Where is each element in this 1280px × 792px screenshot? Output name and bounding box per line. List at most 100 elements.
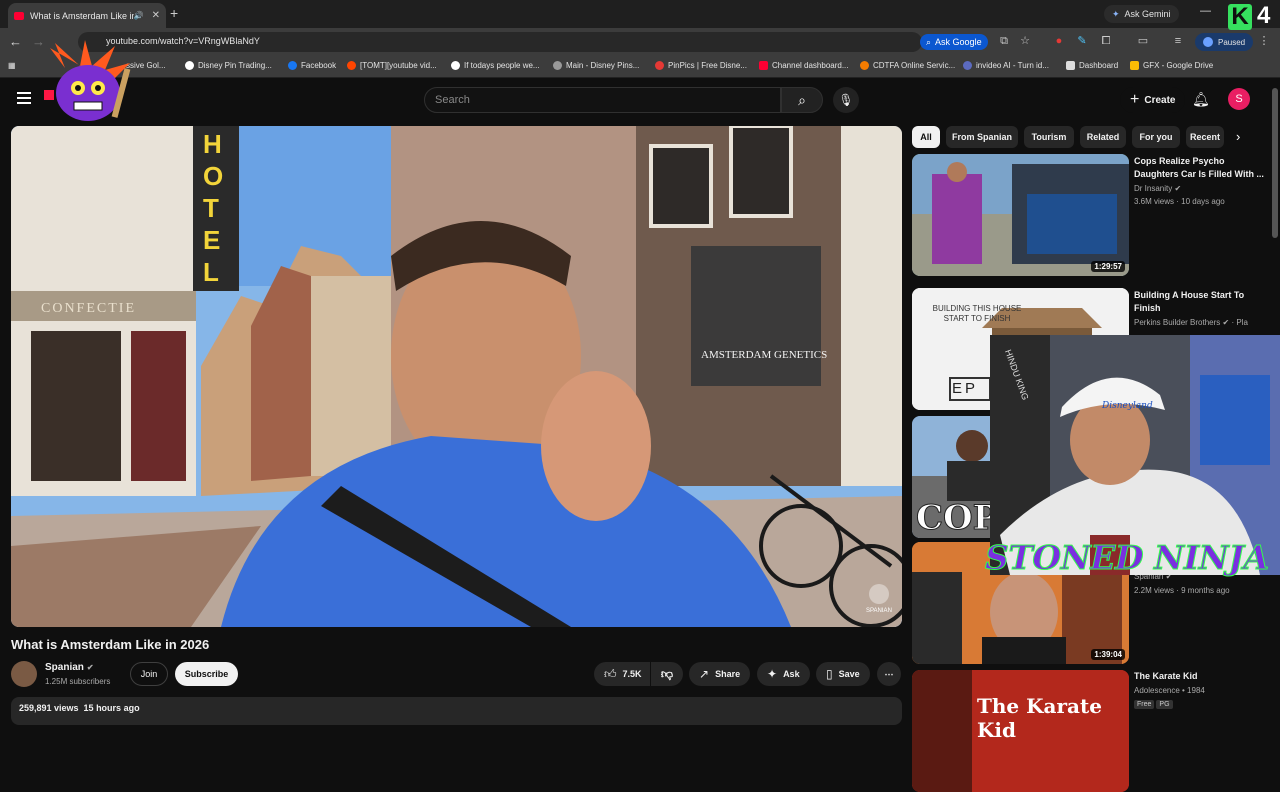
address-bar[interactable]: youtube.com/watch?v=VRngWBlaNdY xyxy=(78,32,922,52)
subscribe-button[interactable]: Subscribe xyxy=(175,662,238,686)
purple-mascot-icon xyxy=(44,40,131,121)
minimize-icon[interactable]: — xyxy=(1200,5,1211,17)
search-input[interactable]: Search xyxy=(424,87,781,113)
rating-badge: PG xyxy=(1156,700,1173,709)
rec-meta-suffix: · Pla xyxy=(1231,318,1248,327)
browser-menu-icon[interactable]: ⋮ xyxy=(1258,35,1270,47)
microphone-icon: 🎙 xyxy=(838,93,854,107)
menu-hamburger-icon[interactable] xyxy=(17,92,31,107)
youtube-header: Search ⌕ 🎙 + Create 🔔︎ S xyxy=(0,78,1280,122)
confectie-sign: CONFECTIE xyxy=(41,301,136,316)
rec-thumbnail[interactable]: 1:29:57 xyxy=(912,154,1129,276)
search-button[interactable]: ⌕ xyxy=(781,87,823,113)
chip-related[interactable]: Related xyxy=(1080,126,1126,148)
bookmark-item[interactable]: Main - Disney Pins... xyxy=(553,61,639,70)
like-button[interactable]: 👍︎ 7.5K xyxy=(594,662,650,686)
hotel-letter: T xyxy=(203,193,219,223)
sidebar-panel-icon[interactable]: ▭ xyxy=(1137,35,1149,47)
dislike-button[interactable]: 👎︎ xyxy=(651,662,683,686)
rec-meta: Adolescence • 1984 xyxy=(1134,686,1205,695)
extensions-puzzle-icon[interactable]: ⧠ xyxy=(1100,35,1112,47)
chip-recent[interactable]: Recent xyxy=(1186,126,1224,148)
search-placeholder: Search xyxy=(435,94,470,106)
chevron-right-icon[interactable]: › xyxy=(1236,129,1240,144)
google-drive-icon xyxy=(1130,61,1139,70)
chip-all[interactable]: All xyxy=(912,126,940,148)
channel-avatar[interactable] xyxy=(11,661,37,687)
stream-name-overlay: STONED NINJA xyxy=(985,538,1270,578)
rec-thumbnail[interactable]: The Karate Kid xyxy=(912,670,1129,792)
tiktok-icon xyxy=(451,61,460,70)
verified-icon: ✔ xyxy=(1222,318,1230,327)
youtube-favicon-icon xyxy=(14,11,24,20)
bookmark-item[interactable]: If todays people we... xyxy=(451,61,540,70)
apps-grid-icon[interactable]: ▦ xyxy=(8,61,16,70)
create-button[interactable]: + Create xyxy=(1120,87,1186,113)
bookmark-item[interactable]: Channel dashboard... xyxy=(759,61,849,70)
bookmark-label: invideo AI - Turn id... xyxy=(976,61,1049,70)
join-button[interactable]: Join xyxy=(130,662,168,686)
bookmark-favicon-icon xyxy=(185,61,194,70)
k-logo-icon: K xyxy=(1228,4,1252,30)
create-label: Create xyxy=(1144,94,1176,106)
chip-from-spanian[interactable]: From Spanian xyxy=(946,126,1018,148)
media-controls-icon[interactable]: ≡ xyxy=(1172,35,1184,47)
speaker-icon[interactable]: 🔊 xyxy=(134,11,144,20)
bookmark-item[interactable]: Dashboard xyxy=(1066,61,1118,70)
page-scrollbar[interactable] xyxy=(1272,88,1278,238)
bookmark-item[interactable]: Facebook xyxy=(288,61,336,70)
bookmark-item[interactable]: Disney Pin Trading... xyxy=(185,61,272,70)
profile-button[interactable]: Paused xyxy=(1195,33,1254,51)
free-badge: Free xyxy=(1134,700,1155,709)
channel-name-link[interactable]: Spanian ✔ xyxy=(45,662,94,673)
ask-google-label: Ask Google xyxy=(935,37,982,47)
rec-channel: Dr Insanity ✔ xyxy=(1134,184,1181,193)
video-player[interactable]: CONFECTIE H O T E L AMSTERDAM GENETICS S… xyxy=(11,126,902,627)
new-tab-icon[interactable]: + xyxy=(170,5,178,21)
bookmarks-bar: ▦ ssive Gol... Disney Pin Trading... Fac… xyxy=(0,56,1280,78)
views-and-date: 259,891 views 15 hours ago xyxy=(19,703,140,713)
browser-tab-bar: What is Amsterdam Like in 2026 🔊 ✕ + ✦ A… xyxy=(0,0,1280,28)
rec-title[interactable]: Cops Realize Psycho Daughters Car Is Fil… xyxy=(1134,155,1264,181)
bookmark-label: CDTFA Online Servic... xyxy=(873,61,956,70)
shop-sign: AMSTERDAM GENETICS xyxy=(701,349,827,361)
share-button[interactable]: ↗ Share xyxy=(689,662,751,686)
webcam-cap-text: Disneyland xyxy=(1101,401,1153,411)
ask-google-button[interactable]: ⌕ Ask Google xyxy=(920,34,988,50)
more-actions-button[interactable]: ⋯ xyxy=(877,662,901,686)
hotel-letter: L xyxy=(203,257,219,287)
bookmark-item[interactable]: GFX - Google Drive xyxy=(1130,61,1213,70)
bookmark-label: Dashboard xyxy=(1079,61,1119,70)
bookmark-item[interactable]: [TOMT][youtube vid... xyxy=(347,61,437,70)
description-box[interactable]: 259,891 views 15 hours ago xyxy=(11,697,902,725)
install-icon[interactable]: ⧉ xyxy=(998,35,1010,47)
voice-search-button[interactable]: 🎙 xyxy=(833,87,859,113)
profile-avatar xyxy=(1203,37,1213,47)
chip-tourism[interactable]: Tourism xyxy=(1024,126,1074,148)
extension-tool-icon[interactable]: ✎ xyxy=(1076,35,1088,47)
save-button[interactable]: ▯ Save xyxy=(816,662,870,686)
bookmark-label: If todays people we... xyxy=(464,61,540,70)
bookmark-item[interactable]: invideo AI - Turn id... xyxy=(963,61,1049,70)
account-avatar[interactable]: S xyxy=(1228,88,1250,110)
bookmark-item[interactable]: CDTFA Online Servic... xyxy=(860,61,955,70)
back-icon[interactable]: ← xyxy=(9,34,22,49)
browser-toolbar: ← → youtube.com/watch?v=VRngWBlaNdY xyxy=(0,28,1280,56)
bookmark-star-icon[interactable]: ☆ xyxy=(1019,35,1031,47)
hotel-letter: O xyxy=(203,161,223,191)
rec-meta: 3.6M views · 10 days ago xyxy=(1134,197,1225,206)
bookmark-icon: ▯ xyxy=(826,667,833,681)
ask-gemini-button[interactable]: ✦ Ask Gemini xyxy=(1104,5,1179,23)
browser-tab[interactable]: What is Amsterdam Like in 2026 🔊 ✕ xyxy=(8,3,166,28)
bookmark-item[interactable]: PinPics | Free Disne... xyxy=(655,61,747,70)
save-label: Save xyxy=(838,669,860,679)
chip-for-you[interactable]: For you xyxy=(1132,126,1180,148)
rec-thumbnail-image xyxy=(912,154,1129,276)
close-tab-icon[interactable]: ✕ xyxy=(152,10,160,21)
rec-title[interactable]: Building A House Start To Finish xyxy=(1134,289,1264,315)
notifications-bell-icon[interactable]: 🔔︎ xyxy=(1192,91,1210,108)
extension-pinterest-icon[interactable]: ● xyxy=(1053,35,1065,47)
ask-button[interactable]: ✦ Ask xyxy=(757,662,810,686)
plus-icon: + xyxy=(1130,91,1140,108)
rec-title[interactable]: The Karate Kid xyxy=(1134,670,1264,683)
